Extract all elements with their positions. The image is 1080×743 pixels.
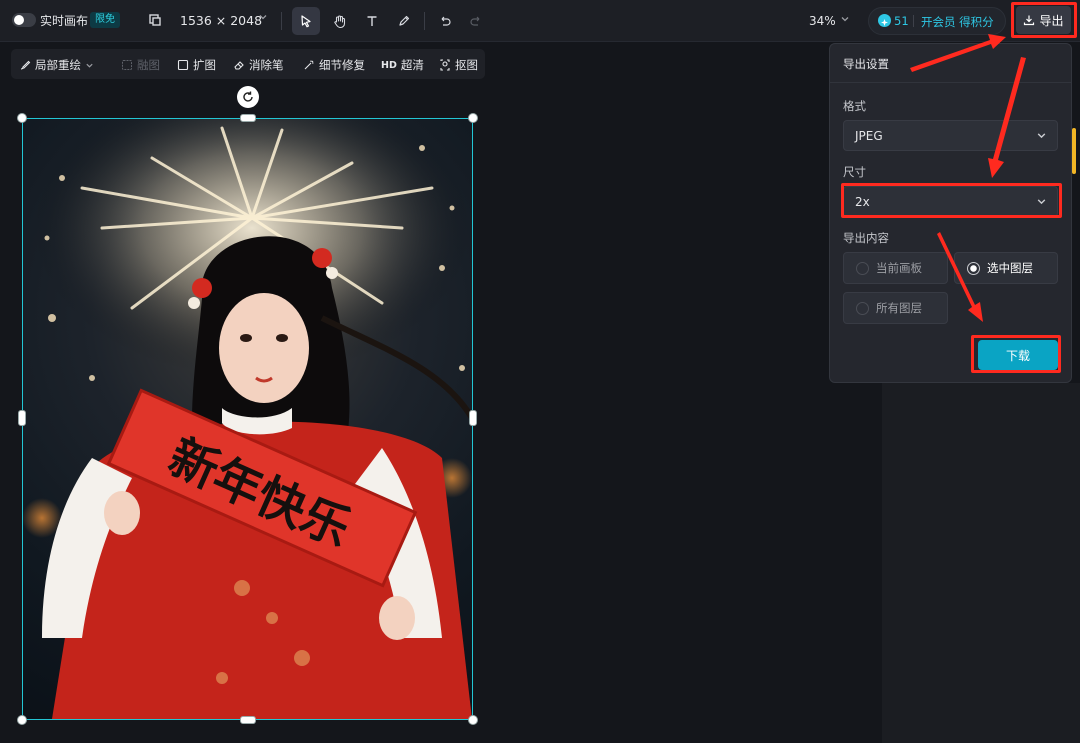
rotate-icon	[243, 91, 253, 102]
brush-icon	[20, 60, 31, 70]
export-button[interactable]: 导出	[1016, 6, 1071, 34]
realtime-canvas-toggle[interactable]	[12, 13, 36, 27]
panel-title: 导出设置	[843, 57, 889, 71]
text-tool-button[interactable]	[358, 7, 386, 35]
eraser-icon	[234, 61, 244, 70]
hand-icon	[333, 14, 345, 28]
zoom-level[interactable]: 34%	[809, 14, 836, 28]
pen-icon	[399, 15, 410, 26]
option-all-layers[interactable]: 所有图层	[843, 292, 948, 324]
detail-repair-button[interactable]: 细节修复	[303, 57, 365, 73]
download-button[interactable]: 下载	[978, 340, 1058, 370]
radio-icon	[856, 301, 869, 315]
export-settings-panel: 导出设置 格式 JPEG 尺寸 2x 导出内容 当前画板 选中图层 所有图层 下…	[829, 43, 1072, 383]
zoom-chevron-icon[interactable]	[840, 12, 850, 28]
points-pill[interactable]: 51 开会员 得积分	[868, 7, 1006, 35]
free-badge: 限免	[90, 12, 120, 28]
expand-button[interactable]: 扩图	[177, 57, 216, 73]
chevron-down-icon	[86, 63, 93, 68]
top-toolbar: 实时画布 限免 1536 × 2048 34% 51 开会员 得积分 导出	[0, 0, 1080, 42]
points-icon	[878, 14, 891, 27]
cutout-button[interactable]: 抠图	[439, 57, 478, 73]
format-select[interactable]: JPEG	[843, 120, 1058, 151]
magic-wand-icon	[304, 60, 314, 70]
image-tools-bar: 局部重绘 融图 扩图 消除笔 细节修复 HD 超清 抠图	[11, 49, 485, 79]
undo-icon	[441, 16, 451, 26]
download-icon	[1024, 15, 1035, 26]
chevron-down-icon	[1036, 130, 1047, 144]
option-selected-layer[interactable]: 选中图层	[954, 252, 1058, 284]
canvas-size-icon	[148, 13, 162, 31]
points-count: 51	[894, 14, 909, 28]
resize-handle-top-right[interactable]	[468, 113, 478, 123]
pen-tool-button[interactable]	[390, 7, 418, 35]
resize-handle-top-left[interactable]	[17, 113, 27, 123]
eraser-button[interactable]: 消除笔	[233, 57, 284, 73]
member-cta[interactable]: 开会员 得积分	[921, 14, 994, 30]
size-select[interactable]: 2x	[843, 186, 1058, 217]
resize-handle-bottom-left[interactable]	[17, 715, 27, 725]
cursor-icon	[301, 15, 311, 28]
redo-button[interactable]	[462, 7, 490, 35]
size-label: 尺寸	[843, 165, 866, 179]
merge-button: 融图	[121, 57, 160, 73]
chevron-down-icon[interactable]	[258, 12, 268, 28]
hand-tool-button[interactable]	[325, 7, 353, 35]
resize-handle-bottom[interactable]	[240, 716, 256, 724]
rotate-handle[interactable]	[237, 86, 259, 108]
format-label: 格式	[843, 99, 866, 113]
option-current-artboard[interactable]: 当前画板	[843, 252, 948, 284]
hd-upscale-button[interactable]: HD 超清	[381, 57, 424, 73]
merge-icon	[122, 60, 132, 70]
canvas-size-value[interactable]: 1536 × 2048	[180, 14, 262, 28]
resize-handle-top[interactable]	[240, 114, 256, 122]
redo-icon	[470, 16, 480, 26]
resize-handle-left[interactable]	[18, 410, 26, 426]
radio-checked-icon	[967, 261, 980, 275]
radio-icon	[856, 261, 869, 275]
inpaint-button[interactable]: 局部重绘	[19, 57, 94, 73]
selection-frame	[22, 118, 473, 720]
format-value: JPEG	[855, 128, 883, 143]
cutout-icon	[440, 59, 450, 71]
chevron-down-icon	[1036, 196, 1047, 210]
realtime-canvas-label: 实时画布	[40, 14, 89, 28]
export-content-label: 导出内容	[843, 231, 889, 245]
scrollbar-thumb[interactable]	[1072, 128, 1076, 174]
export-label: 导出	[1039, 13, 1064, 28]
right-sidebar	[882, 383, 1080, 743]
resize-handle-right[interactable]	[469, 410, 477, 426]
expand-icon	[177, 59, 189, 71]
undo-button[interactable]	[431, 7, 459, 35]
text-icon	[367, 16, 377, 26]
hd-icon: HD	[381, 59, 397, 71]
resize-handle-bottom-right[interactable]	[468, 715, 478, 725]
select-tool-button[interactable]	[292, 7, 320, 35]
size-value: 2x	[855, 194, 870, 209]
